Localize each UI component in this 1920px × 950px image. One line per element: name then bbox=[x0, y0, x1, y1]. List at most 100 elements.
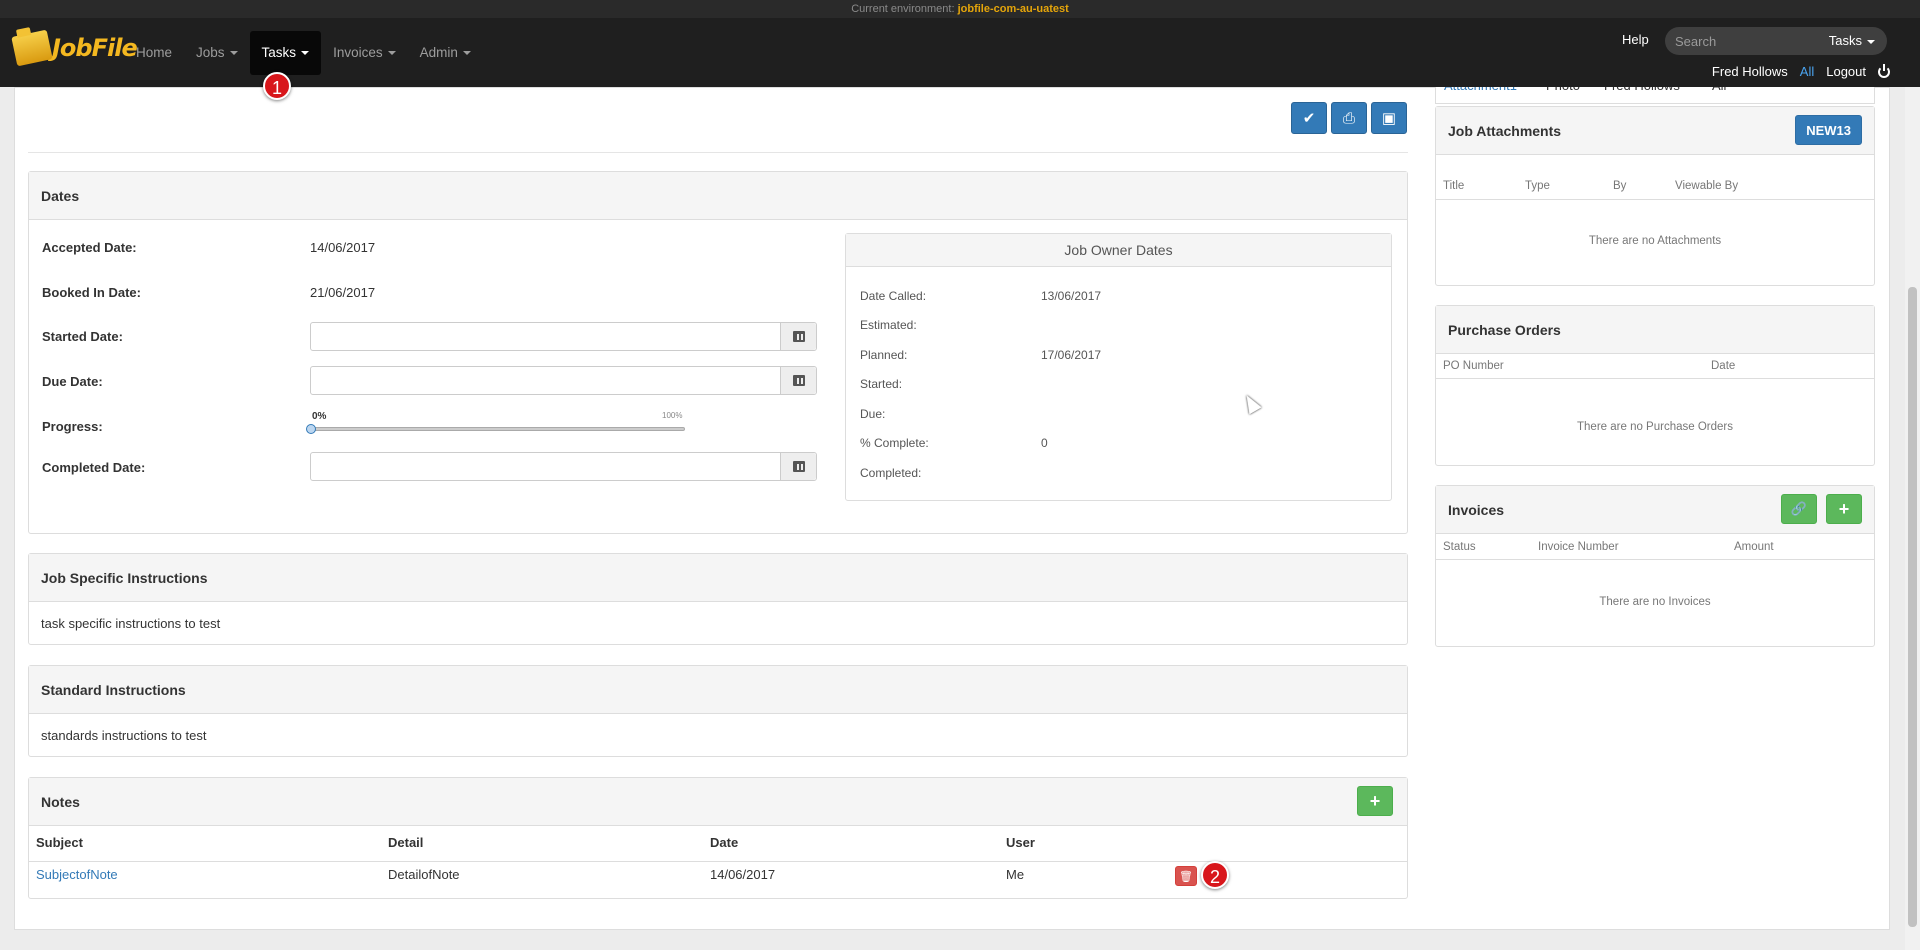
started-date-calendar-button[interactable] bbox=[780, 323, 816, 350]
job-attachments-title: Job Attachments bbox=[1448, 122, 1562, 139]
progress-slider-track[interactable] bbox=[310, 427, 685, 431]
standard-instructions-panel: Standard Instructions standards instruct… bbox=[28, 665, 1408, 757]
save-icon: ▣ bbox=[1381, 110, 1397, 127]
jobfile-logo[interactable]: JobFile bbox=[11, 24, 138, 72]
note-user: Me bbox=[1006, 867, 1025, 882]
new-attachment-button[interactable]: NEW13 bbox=[1795, 115, 1862, 145]
notes-title: Notes bbox=[41, 793, 80, 810]
search-scope-dropdown[interactable]: Tasks bbox=[1829, 33, 1875, 48]
attachments-col-title: Title bbox=[1443, 180, 1465, 192]
accepted-date-label: Accepted Date: bbox=[42, 240, 137, 255]
dates-heading: Dates bbox=[29, 172, 1407, 220]
invoices-heading: Invoices 🔗 + bbox=[1436, 486, 1874, 534]
job-owner-dates-heading: Job Owner Dates bbox=[846, 234, 1391, 267]
started-date-field bbox=[310, 322, 817, 351]
invoices-divider bbox=[1436, 559, 1874, 560]
standard-instructions-text: standards instructions to test bbox=[41, 728, 207, 743]
check-icon: ✔ bbox=[1302, 110, 1316, 127]
owner-completed-label: Completed: bbox=[860, 466, 922, 480]
environment-bar: Current environment: jobfile-com-au-uate… bbox=[0, 0, 1920, 18]
search-scope-label: Tasks bbox=[1828, 33, 1862, 48]
delete-note-button[interactable]: 🗑 bbox=[1175, 866, 1197, 886]
note-subject-link[interactable]: SubjectofNote bbox=[36, 867, 118, 882]
owner-due-label: Due: bbox=[860, 407, 886, 421]
caret-down-icon bbox=[229, 51, 238, 56]
invoices-empty-message: There are no Invoices bbox=[1599, 596, 1711, 608]
logout-link[interactable]: Logout bbox=[1826, 64, 1866, 79]
owner-planned-label: Planned: bbox=[860, 348, 908, 362]
link-invoice-button[interactable]: 🔗 bbox=[1781, 494, 1817, 524]
link-icon: 🔗 bbox=[1790, 501, 1808, 516]
po-col-number: PO Number bbox=[1443, 360, 1504, 372]
annotation-badge-2: 2 bbox=[1201, 861, 1229, 889]
attachments-divider bbox=[1436, 199, 1874, 200]
purchase-orders-heading: Purchase Orders bbox=[1436, 306, 1874, 354]
booked-date-label: Booked In Date: bbox=[42, 285, 141, 300]
owner-percent-complete-label: % Complete: bbox=[860, 436, 929, 450]
progress-max: 100% bbox=[662, 411, 683, 420]
owner-estimated-label: Estimated: bbox=[860, 318, 917, 332]
caret-down-icon bbox=[462, 51, 471, 56]
notes-heading: Notes + bbox=[29, 778, 1407, 826]
print-button[interactable]: ⎙ bbox=[1331, 102, 1367, 134]
nav-tasks-label: Tasks bbox=[261, 45, 297, 60]
notes-col-subject: Subject bbox=[36, 835, 83, 850]
user-menu: Fred Hollows All Logout bbox=[1712, 63, 1890, 79]
job-instructions-text: task specific instructions to test bbox=[41, 616, 221, 631]
save-button[interactable]: ▣ bbox=[1371, 102, 1407, 134]
search-input[interactable] bbox=[1675, 32, 1815, 50]
notes-header-divider bbox=[29, 861, 1407, 862]
environment-name: jobfile-com-au-uatest bbox=[957, 3, 1069, 15]
calendar-icon bbox=[792, 375, 805, 386]
owner-planned-value: 17/06/2017 bbox=[1041, 348, 1102, 362]
invoices-title: Invoices bbox=[1448, 501, 1505, 518]
power-icon[interactable] bbox=[1878, 63, 1890, 78]
help-link[interactable]: Help bbox=[1622, 32, 1649, 47]
add-invoice-button[interactable]: + bbox=[1826, 494, 1862, 524]
po-divider bbox=[1436, 378, 1874, 379]
caret-down-icon bbox=[387, 51, 396, 56]
job-attachments-panel: Job Attachments NEW13 Title Type By View… bbox=[1435, 106, 1875, 286]
owner-started-label: Started: bbox=[860, 377, 903, 391]
booked-date-value: 21/06/2017 bbox=[310, 285, 376, 300]
page-scrollbar[interactable] bbox=[1905, 87, 1920, 950]
caret-down-icon bbox=[1867, 39, 1875, 44]
completed-date-calendar-button[interactable] bbox=[780, 453, 816, 480]
due-date-input[interactable] bbox=[311, 367, 780, 394]
completed-date-input[interactable] bbox=[311, 453, 780, 480]
all-link[interactable]: All bbox=[1800, 64, 1814, 79]
annotation-badge-1: 1 bbox=[263, 72, 291, 100]
nav-jobs[interactable]: Jobs bbox=[184, 31, 250, 75]
add-note-button[interactable]: + bbox=[1357, 786, 1393, 816]
invoices-col-amount: Amount bbox=[1734, 541, 1774, 553]
owner-date-called-value: 13/06/2017 bbox=[1041, 289, 1102, 303]
purchase-orders-panel: Purchase Orders PO Number Date There are… bbox=[1435, 305, 1875, 466]
environment-prefix: Current environment: bbox=[851, 3, 955, 15]
caret-down-icon bbox=[301, 51, 310, 56]
progress-label: Progress: bbox=[42, 419, 103, 434]
invoices-col-status: Status bbox=[1443, 541, 1476, 553]
progress-slider-handle[interactable] bbox=[306, 424, 316, 434]
calendar-icon bbox=[792, 331, 805, 342]
scrollbar-thumb[interactable] bbox=[1908, 287, 1917, 927]
attachments-col-type: Type bbox=[1525, 180, 1550, 192]
due-date-calendar-button[interactable] bbox=[780, 367, 816, 394]
job-attachments-heading: Job Attachments NEW13 bbox=[1436, 107, 1874, 155]
nav-tasks[interactable]: Tasks bbox=[249, 31, 322, 75]
nav-jobs-label: Jobs bbox=[196, 45, 225, 60]
started-date-input[interactable] bbox=[311, 323, 780, 350]
started-date-label: Started Date: bbox=[42, 329, 123, 344]
search-box: Tasks bbox=[1665, 27, 1887, 55]
completed-date-label: Completed Date: bbox=[42, 460, 146, 475]
user-name[interactable]: Fred Hollows bbox=[1712, 64, 1788, 79]
nav-home[interactable]: Home bbox=[124, 31, 184, 75]
standard-instructions-heading: Standard Instructions bbox=[29, 666, 1407, 714]
complete-button[interactable]: ✔ bbox=[1291, 102, 1327, 134]
print-icon: ⎙ bbox=[1342, 109, 1355, 127]
main-nav: Home Jobs Tasks Invoices Admin bbox=[124, 31, 483, 75]
note-date: 14/06/2017 bbox=[710, 867, 776, 882]
nav-admin[interactable]: Admin bbox=[408, 31, 483, 75]
attachments-empty-message: There are no Attachments bbox=[1588, 235, 1722, 247]
attachments-col-viewable: Viewable By bbox=[1675, 180, 1739, 192]
nav-invoices[interactable]: Invoices bbox=[321, 31, 408, 75]
